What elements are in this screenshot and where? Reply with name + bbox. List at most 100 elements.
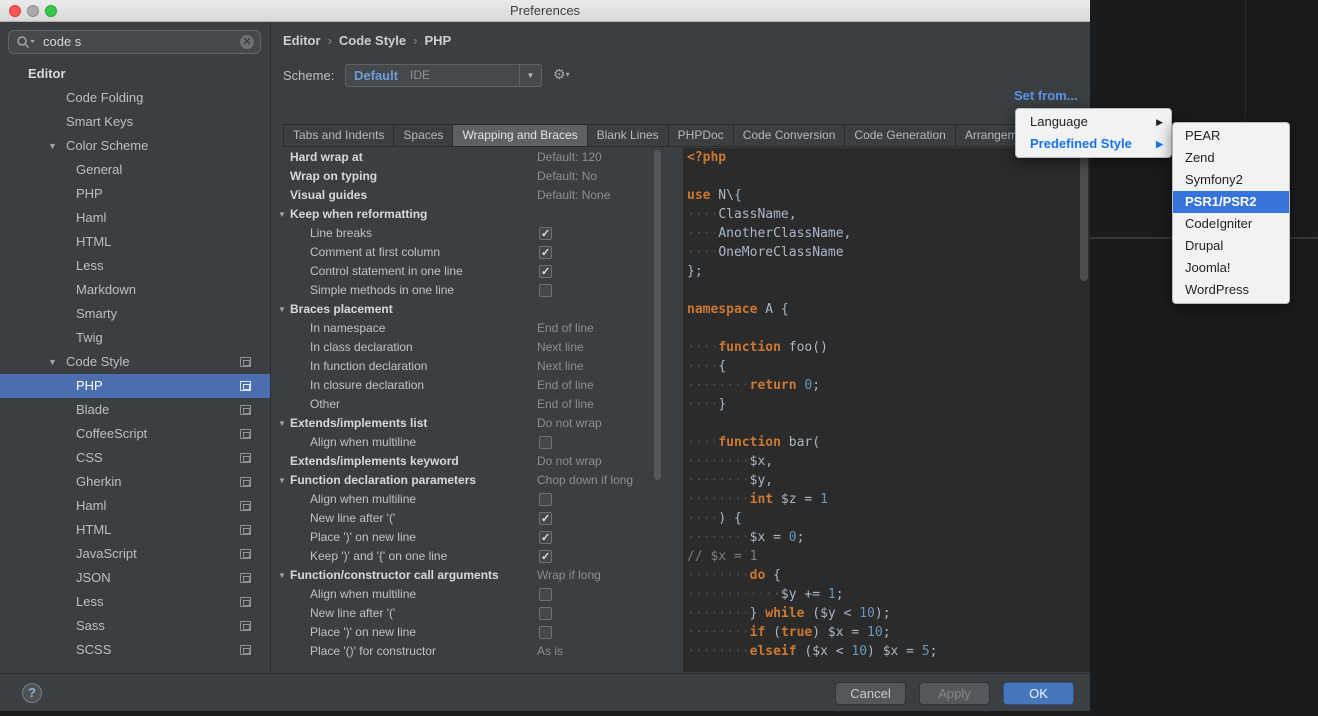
sidebar-item-color-scheme[interactable]: ▼ Color Scheme (0, 134, 270, 158)
sidebar-item-less[interactable]: Less (0, 254, 270, 278)
sidebar-item-twig[interactable]: Twig (0, 326, 270, 350)
cancel-button[interactable]: Cancel (835, 682, 906, 705)
sidebar-item-scss[interactable]: SCSS (0, 638, 270, 662)
style-item-joomla[interactable]: Joomla! (1173, 257, 1289, 279)
tab-code-conversion[interactable]: Code Conversion (732, 124, 846, 147)
setting-value[interactable]: Default: None (537, 186, 610, 205)
tab-code-generation[interactable]: Code Generation (844, 124, 956, 147)
style-item-pear[interactable]: PEAR (1173, 125, 1289, 147)
sidebar-item-css[interactable]: CSS (0, 446, 270, 470)
setting-value[interactable]: As is (537, 642, 563, 661)
collapse-arrow-icon[interactable]: ▼ (278, 471, 286, 490)
apply-button[interactable]: Apply (919, 682, 990, 705)
style-item-codeigniter[interactable]: CodeIgniter (1173, 213, 1289, 235)
sidebar-item-html[interactable]: HTML (0, 230, 270, 254)
sidebar-item-coffeescript[interactable]: CoffeeScript (0, 422, 270, 446)
sidebar-item-label: PHP (76, 186, 103, 201)
setting-value[interactable]: Next line (537, 357, 584, 376)
setting-label: Function declaration parameters (290, 473, 477, 487)
style-item-wordpress[interactable]: WordPress (1173, 279, 1289, 301)
checkbox[interactable] (539, 510, 552, 529)
sidebar-item-less[interactable]: Less (0, 590, 270, 614)
setting-value[interactable]: End of line (537, 376, 594, 395)
sidebar-item-haml[interactable]: Haml (0, 206, 270, 230)
sidebar-item-label: HTML (76, 234, 112, 249)
tab-wrapping-and-braces[interactable]: Wrapping and Braces (452, 124, 588, 147)
collapse-arrow-icon[interactable]: ▼ (278, 205, 286, 224)
scheme-select[interactable]: Default IDE ▼ (345, 64, 542, 87)
sidebar-item-label: Sass (76, 618, 105, 633)
checkbox[interactable] (539, 244, 552, 263)
sidebar-item-code-style[interactable]: ▼ Code Style (0, 350, 270, 374)
style-item-symfony2[interactable]: Symfony2 (1173, 169, 1289, 191)
checkbox[interactable] (539, 225, 552, 244)
sidebar-item-smarty[interactable]: Smarty (0, 302, 270, 326)
tab-spaces[interactable]: Spaces (393, 124, 454, 147)
checkbox[interactable] (539, 493, 552, 506)
breadcrumb-item-editor[interactable]: Editor (283, 33, 321, 48)
expand-arrow-icon[interactable]: ▼ (48, 350, 57, 374)
code-token: if (749, 625, 766, 640)
menu-item-language[interactable]: Language ▶ (1016, 111, 1171, 133)
tab-phpdoc[interactable]: PHPDoc (667, 124, 734, 147)
menu-item-predefined-style[interactable]: Predefined Style ▶ (1016, 133, 1171, 155)
checkbox[interactable] (539, 626, 552, 639)
setting-value[interactable]: End of line (537, 395, 594, 414)
set-from-menu: Language ▶ Predefined Style ▶ (1015, 108, 1172, 158)
setting-value[interactable]: End of line (537, 319, 594, 338)
code-token: ········ (687, 492, 750, 507)
sidebar-item-markdown[interactable]: Markdown (0, 278, 270, 302)
setting-value[interactable]: Do not wrap (537, 452, 602, 471)
setting-value[interactable]: Wrap if long (537, 566, 601, 585)
setting-value[interactable]: Default: No (537, 167, 597, 186)
sidebar-item-php[interactable]: PHP (0, 374, 270, 398)
checkbox[interactable] (539, 263, 552, 282)
checkbox[interactable] (539, 529, 552, 548)
sidebar-item-smart-keys[interactable]: Smart Keys (0, 110, 270, 134)
sidebar-item-editor[interactable]: Editor (0, 62, 270, 86)
help-button[interactable]: ? (22, 683, 42, 703)
sidebar-item-json[interactable]: JSON (0, 566, 270, 590)
sidebar-item-general[interactable]: General (0, 158, 270, 182)
sidebar-item-code-folding[interactable]: Code Folding (0, 86, 270, 110)
set-from-link[interactable]: Set from... (1014, 88, 1078, 103)
clear-search-icon[interactable]: ✕ (240, 35, 254, 49)
tab-tabs-and-indents[interactable]: Tabs and Indents (283, 124, 395, 147)
sidebar-item-gherkin[interactable]: Gherkin (0, 470, 270, 494)
code-scrollbar[interactable] (1079, 150, 1089, 670)
collapse-arrow-icon[interactable]: ▼ (278, 566, 286, 585)
sidebar-item-blade[interactable]: Blade (0, 398, 270, 422)
tab-blank-lines[interactable]: Blank Lines (586, 124, 669, 147)
collapse-arrow-icon[interactable]: ▼ (278, 300, 286, 319)
search-input[interactable]: code s ✕ (8, 30, 261, 54)
setting-value[interactable]: Default: 120 (537, 148, 602, 167)
setting-value[interactable]: Do not wrap (537, 414, 602, 433)
breadcrumb-item-php[interactable]: PHP (424, 33, 451, 48)
sidebar-item-html[interactable]: HTML (0, 518, 270, 542)
sidebar-item-php[interactable]: PHP (0, 182, 270, 206)
ok-button[interactable]: OK (1003, 682, 1074, 705)
sidebar-item-label: Markdown (76, 282, 136, 297)
code-token: ···· (687, 245, 719, 260)
sidebar-item-haml[interactable]: Haml (0, 494, 270, 518)
checkbox[interactable] (539, 588, 552, 601)
code-line: ········$x = 0; (683, 528, 1090, 547)
sidebar-item-javascript[interactable]: JavaScript (0, 542, 270, 566)
setting-value[interactable]: Next line (537, 338, 584, 357)
collapse-arrow-icon[interactable]: ▼ (278, 414, 286, 433)
setting-value[interactable]: Chop down if long (537, 471, 633, 490)
sidebar-item-sass[interactable]: Sass (0, 614, 270, 638)
style-item-zend[interactable]: Zend (1173, 147, 1289, 169)
breadcrumb-item-code-style[interactable]: Code Style (339, 33, 406, 48)
checkbox[interactable] (539, 607, 552, 620)
checkbox[interactable] (539, 436, 552, 449)
chevron-down-icon[interactable]: ▼ (519, 65, 541, 86)
checkbox[interactable] (539, 548, 552, 567)
gear-icon[interactable]: ⚙▾ (553, 66, 570, 83)
style-item-drupal[interactable]: Drupal (1173, 235, 1289, 257)
code-scrollbar-thumb[interactable] (1080, 156, 1088, 281)
expand-arrow-icon[interactable]: ▼ (48, 134, 57, 158)
code-token: ···· (687, 359, 719, 374)
checkbox[interactable] (539, 284, 552, 297)
style-item-psr1-psr2[interactable]: PSR1/PSR2 (1173, 191, 1289, 213)
